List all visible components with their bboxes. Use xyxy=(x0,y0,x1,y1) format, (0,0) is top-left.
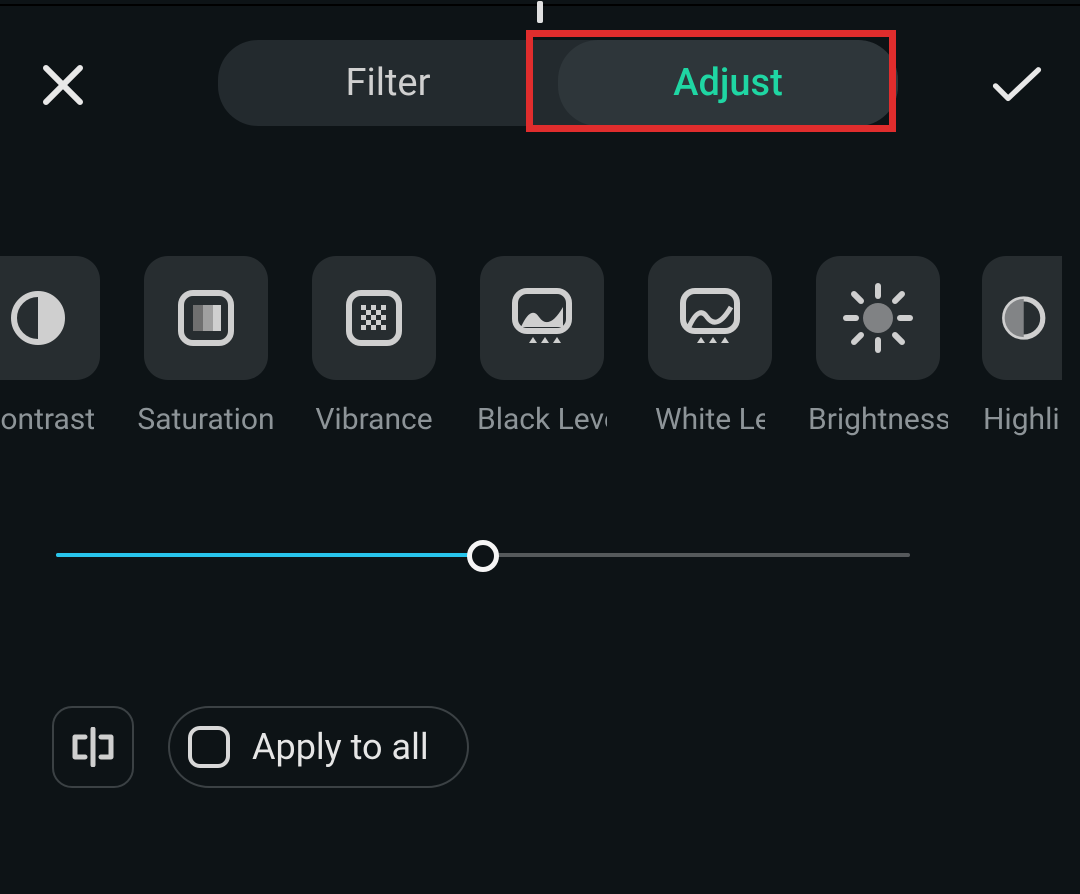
tab-adjust[interactable]: Adjust xyxy=(558,40,898,126)
option-vibrance[interactable]: Vibrance xyxy=(310,256,438,456)
contrast-icon xyxy=(8,288,68,348)
mirror-icon xyxy=(71,727,115,767)
confirm-button[interactable] xyxy=(992,60,1042,110)
apply-to-all-label: Apply to all xyxy=(252,726,429,768)
option-brightness[interactable]: Brightness xyxy=(814,256,942,456)
slider-thumb[interactable] xyxy=(467,540,499,572)
top-tick xyxy=(537,1,543,23)
option-saturation-tile[interactable] xyxy=(144,256,268,380)
option-brightness-tile[interactable] xyxy=(816,256,940,380)
adjust-options-row[interactable]: Contrast Saturation Vibrance xyxy=(0,256,1080,456)
option-blacklevel[interactable]: Black Level xyxy=(478,256,606,456)
vibrance-icon xyxy=(343,287,405,349)
mirror-button[interactable] xyxy=(52,706,134,788)
option-whitelevel-tile[interactable] xyxy=(648,256,772,380)
option-contrast-tile[interactable] xyxy=(0,256,100,380)
check-icon xyxy=(992,64,1042,106)
option-whitelevel[interactable]: White Level xyxy=(646,256,774,456)
option-vibrance-tile[interactable] xyxy=(312,256,436,380)
saturation-icon xyxy=(175,287,237,349)
option-vibrance-label: Vibrance xyxy=(315,402,432,437)
brightness-icon xyxy=(840,280,916,356)
option-contrast-label: Contrast xyxy=(0,402,95,437)
option-brightness-label: Brightness xyxy=(808,402,948,437)
option-highlights-tile[interactable] xyxy=(982,256,1062,380)
apply-to-all-checkbox[interactable] xyxy=(188,726,230,768)
close-icon xyxy=(42,64,84,106)
apply-to-all-button[interactable]: Apply to all xyxy=(168,706,469,788)
option-saturation[interactable]: Saturation xyxy=(142,256,270,456)
option-saturation-label: Saturation xyxy=(137,402,274,437)
option-blacklevel-label: Black Level xyxy=(477,402,607,437)
adjust-slider[interactable] xyxy=(56,540,910,570)
white-level-icon xyxy=(677,287,743,349)
tab-segment: Filter Adjust xyxy=(218,40,898,126)
option-blacklevel-tile[interactable] xyxy=(480,256,604,380)
option-highlights-label: Highlights xyxy=(983,402,1061,437)
black-level-icon xyxy=(509,287,575,349)
tab-filter[interactable]: Filter xyxy=(218,40,558,126)
option-contrast[interactable]: Contrast xyxy=(0,256,102,456)
slider-fill xyxy=(56,553,483,557)
highlights-icon xyxy=(996,288,1048,348)
close-button[interactable] xyxy=(38,60,88,110)
option-whitelevel-label: White Level xyxy=(655,402,765,437)
option-highlights[interactable]: Highlights xyxy=(982,256,1062,456)
